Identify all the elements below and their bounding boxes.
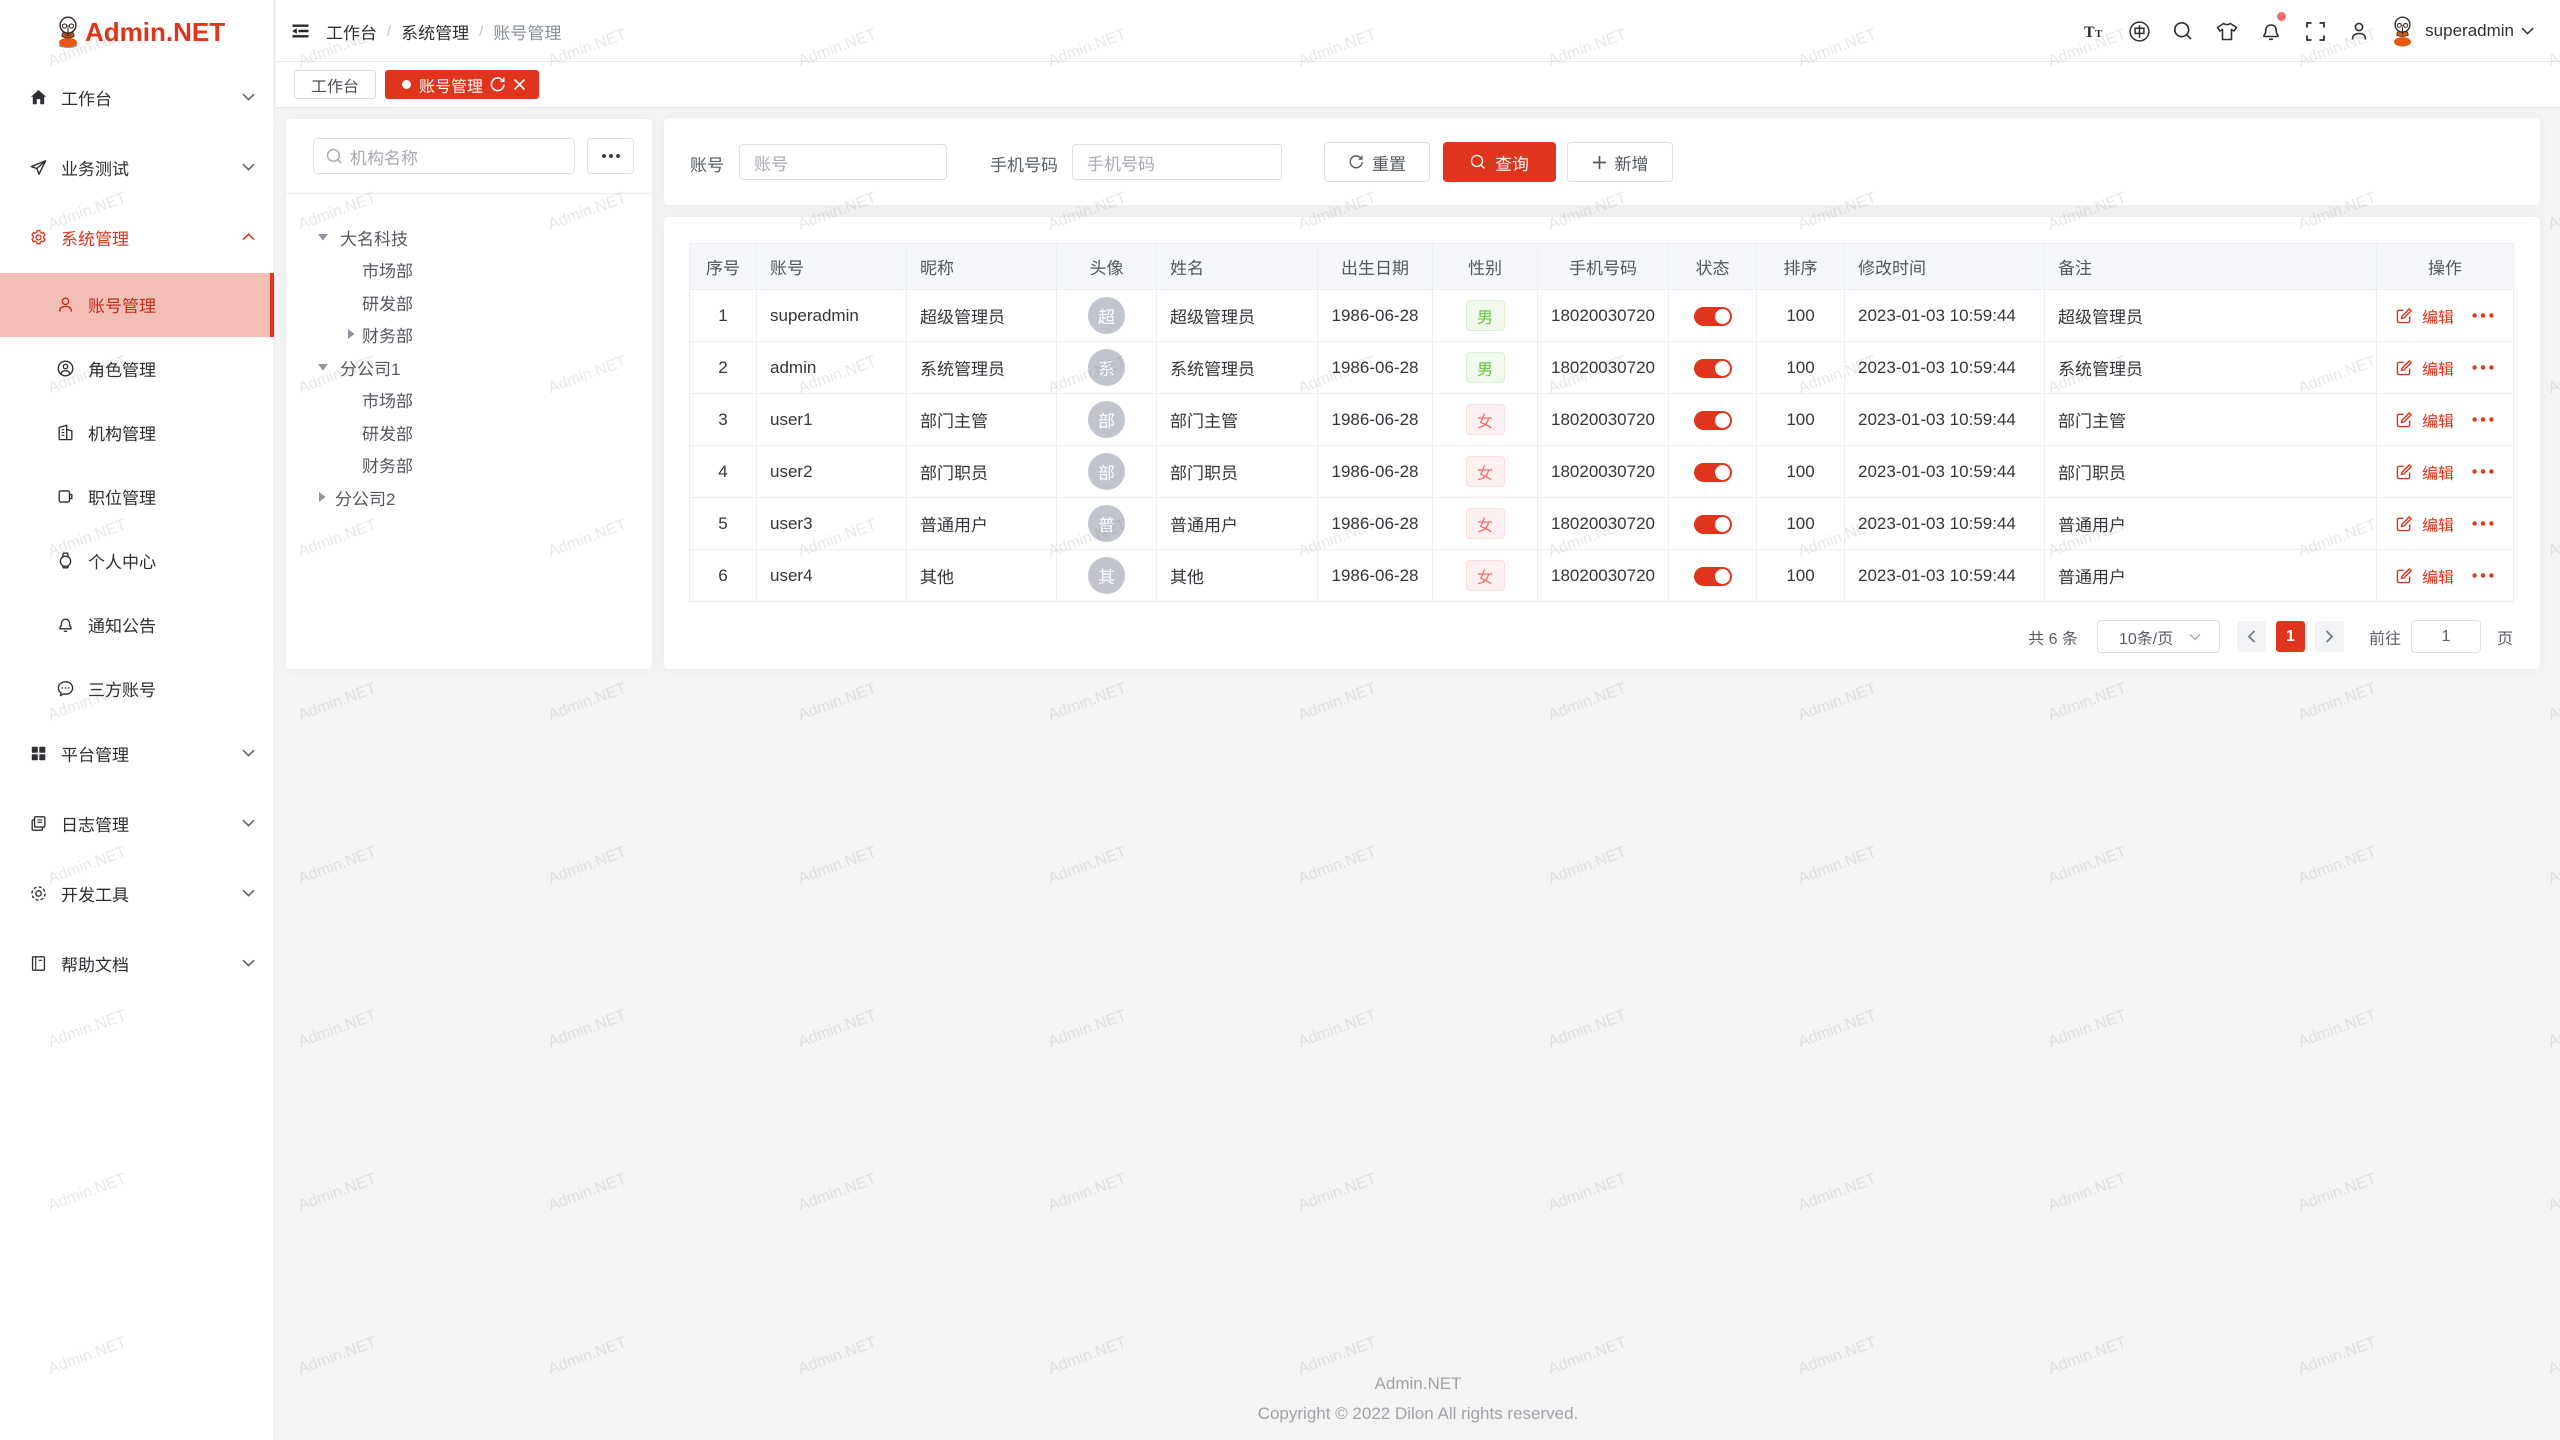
svg-text:T: T: [2084, 24, 2095, 39]
svg-text:T: T: [2095, 28, 2103, 39]
